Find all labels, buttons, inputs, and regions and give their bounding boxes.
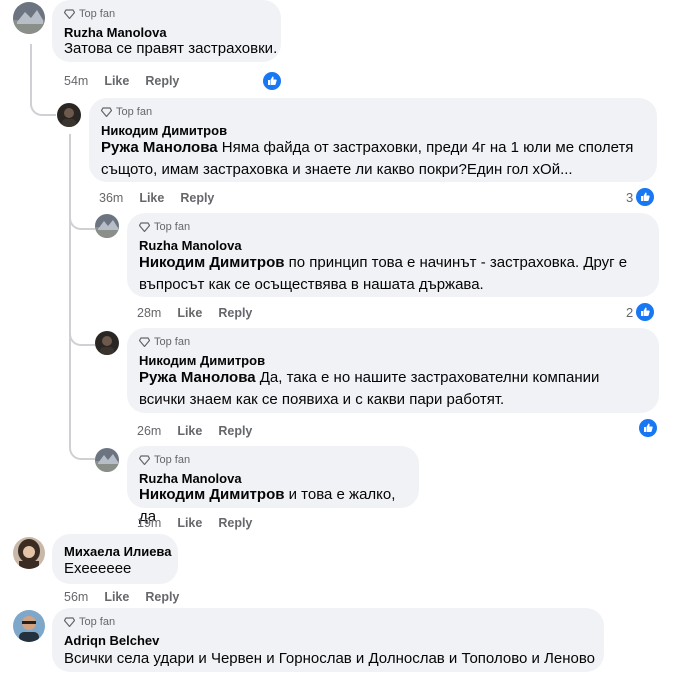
comment-bubble: Top fan Ruzha Manolova Затова се правят … bbox=[52, 0, 281, 62]
comment-bubble: Top fan Ruzha Manolova Никодим Димитров … bbox=[127, 446, 419, 525]
badge-label: Top fan bbox=[154, 454, 191, 466]
avatar[interactable] bbox=[57, 103, 81, 127]
comment-meta: 54m Like Reply bbox=[64, 74, 179, 88]
comment-bubble: Top fan Никодим Димитров Ружа Манолова Н… bbox=[89, 98, 657, 182]
comment-author[interactable]: Adriqn Belchev bbox=[64, 633, 159, 648]
avatar[interactable] bbox=[13, 610, 45, 642]
top-fan-badge: Top fan bbox=[64, 8, 115, 20]
thread-connector bbox=[30, 90, 56, 116]
reaction-count[interactable] bbox=[639, 419, 657, 437]
comment-author[interactable]: Михаела Илиева bbox=[64, 544, 172, 559]
comment-meta: 19m Like Reply bbox=[137, 516, 252, 530]
mention-link[interactable]: Ружа Манолова bbox=[139, 369, 256, 386]
comment-text: Ехеееeee bbox=[64, 560, 132, 577]
mention-link[interactable]: Никодим Димитров bbox=[139, 254, 284, 271]
comment-bubble: Top fan Никодим Димитров Ружа Манолова Д… bbox=[127, 328, 659, 413]
comment-text: Всички села удари и Червен и Горнослав и… bbox=[64, 650, 596, 667]
like-button[interactable]: Like bbox=[177, 306, 202, 320]
top-fan-badge: Top fan bbox=[139, 221, 190, 233]
avatar[interactable] bbox=[95, 214, 119, 238]
comment-text: Ружа Манолова Да, така е но нашите застр… bbox=[139, 369, 600, 408]
comment-author[interactable]: Никодим Димитров bbox=[101, 123, 227, 138]
like-button[interactable]: Like bbox=[104, 590, 129, 604]
reply-button[interactable]: Reply bbox=[145, 74, 179, 88]
top-fan-badge: Top fan bbox=[64, 616, 115, 628]
comment-bubble: Михаела Илиева Ехеееeee bbox=[52, 534, 178, 584]
comment-author[interactable]: Ruzha Manolova bbox=[139, 238, 242, 253]
diamond-icon bbox=[64, 617, 75, 627]
mention-link[interactable]: Ружа Манолова bbox=[101, 139, 218, 156]
comment-time[interactable]: 56m bbox=[64, 590, 88, 604]
comment-text: Никодим Димитров по принцип това е начин… bbox=[139, 254, 628, 293]
thread-line bbox=[69, 134, 71, 444]
reply-button[interactable]: Reply bbox=[218, 424, 252, 438]
thread-connector bbox=[69, 440, 95, 460]
reply-button[interactable]: Reply bbox=[218, 306, 252, 320]
badge-label: Top fan bbox=[79, 616, 116, 628]
comment-meta: 36m Like Reply bbox=[99, 191, 214, 205]
avatar[interactable] bbox=[95, 448, 119, 472]
comment-time[interactable]: 28m bbox=[137, 306, 161, 320]
thread-connector bbox=[69, 326, 95, 346]
comment-meta: 56m Like Reply bbox=[64, 590, 179, 604]
comment-bubble: Top fan Ruzha Manolova Никодим Димитров … bbox=[127, 213, 659, 297]
avatar[interactable] bbox=[95, 331, 119, 355]
top-fan-badge: Top fan bbox=[139, 454, 190, 466]
like-button[interactable]: Like bbox=[177, 424, 202, 438]
diamond-icon bbox=[139, 455, 150, 465]
comment-time[interactable]: 36m bbox=[99, 191, 123, 205]
diamond-icon bbox=[139, 222, 150, 232]
comment-time[interactable]: 54m bbox=[64, 74, 88, 88]
thread-connector bbox=[69, 210, 95, 230]
badge-label: Top fan bbox=[79, 8, 116, 20]
badge-label: Top fan bbox=[154, 336, 191, 348]
diamond-icon bbox=[139, 337, 150, 347]
reply-button[interactable]: Reply bbox=[180, 191, 214, 205]
comment-text: Затова се правят застраховки. bbox=[64, 40, 278, 57]
like-button[interactable]: Like bbox=[177, 516, 202, 530]
reaction-number: 2 bbox=[626, 304, 634, 320]
comment-text: Ружа Манолова Няма файда от застраховки,… bbox=[101, 139, 634, 178]
badge-label: Top fan bbox=[116, 106, 153, 118]
comment-bubble: Top fan Adriqn Belchev Всички села удари… bbox=[52, 608, 604, 672]
avatar[interactable] bbox=[13, 2, 45, 34]
like-button[interactable]: Like bbox=[104, 74, 129, 88]
like-button[interactable]: Like bbox=[139, 191, 164, 205]
comment-author[interactable]: Никодим Димитров bbox=[139, 353, 265, 368]
badge-label: Top fan bbox=[154, 221, 191, 233]
thumbs-up-icon bbox=[263, 72, 281, 90]
reply-button[interactable]: Reply bbox=[218, 516, 252, 530]
mention-link[interactable]: Никодим Димитров bbox=[139, 486, 284, 503]
reaction-count[interactable]: 2 bbox=[626, 303, 655, 321]
reaction-count[interactable]: 3 bbox=[626, 188, 655, 206]
diamond-icon bbox=[101, 107, 112, 117]
reaction-count[interactable] bbox=[263, 72, 281, 90]
top-fan-badge: Top fan bbox=[101, 106, 152, 118]
top-fan-badge: Top fan bbox=[139, 336, 190, 348]
comment-time[interactable]: 26m bbox=[137, 424, 161, 438]
reaction-number: 3 bbox=[626, 189, 634, 205]
comment-meta: 26m Like Reply bbox=[137, 424, 252, 438]
reply-button[interactable]: Reply bbox=[145, 590, 179, 604]
thumbs-up-icon bbox=[639, 419, 657, 437]
thumbs-up-icon bbox=[636, 188, 655, 206]
thumbs-up-icon bbox=[636, 303, 655, 321]
comment-time[interactable]: 19m bbox=[137, 516, 161, 530]
comment-meta: 28m Like Reply bbox=[137, 306, 252, 320]
avatar[interactable] bbox=[13, 537, 45, 569]
diamond-icon bbox=[64, 9, 75, 19]
